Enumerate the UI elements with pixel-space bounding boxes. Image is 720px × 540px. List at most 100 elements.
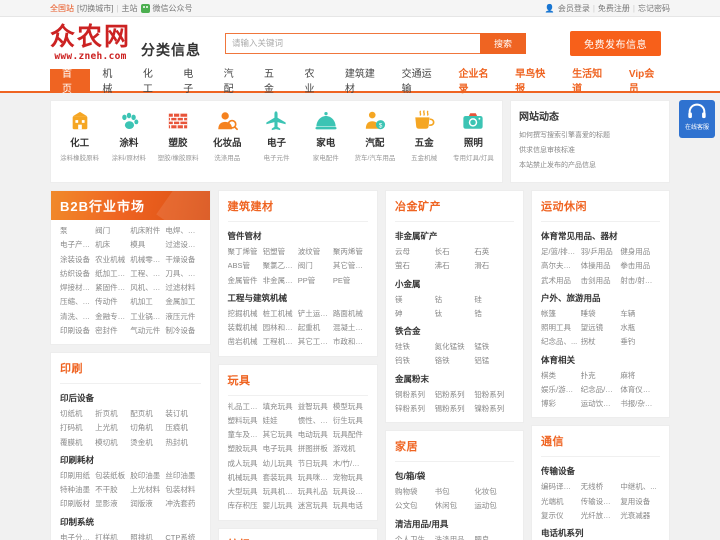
category-link[interactable]: 工程机械...: [263, 335, 298, 349]
category-link[interactable]: 金融专用...: [95, 310, 130, 324]
category-link[interactable]: 公文包: [395, 499, 435, 513]
category-link[interactable]: 包装纸板: [95, 469, 130, 483]
category-link[interactable]: 肥皂: [474, 533, 514, 540]
quick-category-汽配[interactable]: $ 汽配 货车/汽车用品: [350, 109, 399, 177]
category-link[interactable]: 运动饮料/...: [581, 397, 621, 411]
category-link[interactable]: 波纹管: [298, 245, 333, 259]
quick-category-五金[interactable]: 五金 五金机械: [400, 109, 449, 177]
category-link[interactable]: 铲土运输...: [298, 307, 333, 321]
category-link[interactable]: 休闲包: [435, 499, 475, 513]
category-link[interactable]: 麻将: [620, 369, 660, 383]
category-link[interactable]: 机加工: [130, 295, 165, 309]
category-link[interactable]: 机械零部...: [130, 253, 165, 267]
category-link[interactable]: 童车及配件: [228, 428, 263, 442]
category-link[interactable]: 娃娃: [263, 414, 298, 428]
category-link[interactable]: 钛: [435, 307, 475, 321]
publish-info-button[interactable]: 免费发布信息: [570, 30, 662, 56]
quick-category-照明[interactable]: 照明 专用灯具/灯具: [449, 109, 498, 177]
category-link[interactable]: 玩具电话: [333, 499, 368, 513]
category-link[interactable]: 聚氯乙烯管: [263, 259, 298, 273]
quick-category-化工[interactable]: 化工 涂料橡胶原料: [55, 109, 104, 177]
category-link[interactable]: 礼品工艺品: [228, 400, 263, 414]
category-link[interactable]: 传输设备 ...: [581, 495, 621, 509]
category-link[interactable]: 婴儿玩具: [263, 499, 298, 513]
category-link[interactable]: 纺织设备: [60, 267, 95, 281]
category-link[interactable]: 车辆: [620, 307, 660, 321]
category-link[interactable]: 不干胶: [95, 483, 130, 497]
category-link[interactable]: 丝印油墨: [165, 469, 200, 483]
category-link[interactable]: 玩具咪、球: [298, 471, 333, 485]
category-link[interactable]: 工业锅炉...: [130, 310, 165, 324]
category-link[interactable]: 锰铁: [474, 340, 514, 354]
category-link[interactable]: 镍粉系列: [474, 402, 514, 416]
online-service-button[interactable]: 在线客服: [679, 100, 715, 138]
category-link[interactable]: 睡袋: [581, 307, 621, 321]
category-link[interactable]: 铅粉系列: [474, 388, 514, 402]
category-link[interactable]: 模型玩具: [333, 400, 368, 414]
quick-category-化妆品[interactable]: 化妆品 洗涤用品: [203, 109, 252, 177]
category-link[interactable]: 烫金机: [130, 436, 165, 450]
category-link[interactable]: 石英: [474, 245, 514, 259]
category-link[interactable]: 起重机: [298, 321, 333, 335]
category-link[interactable]: 配页机: [130, 407, 165, 421]
category-link[interactable]: 印刷版材: [60, 497, 95, 511]
category-link[interactable]: 金属加工: [165, 295, 200, 309]
category-link[interactable]: 化妆包: [474, 485, 514, 499]
category-link[interactable]: 刀具、夹具: [165, 267, 200, 281]
search-button[interactable]: 搜索: [480, 32, 527, 54]
category-link[interactable]: 上光材料: [130, 483, 165, 497]
category-link[interactable]: 填充玩具: [263, 400, 298, 414]
category-link[interactable]: 垂钓: [620, 335, 660, 349]
category-link[interactable]: 铝塑管: [263, 245, 298, 259]
category-link[interactable]: 足/篮/排用品: [541, 245, 581, 259]
search-input[interactable]: [225, 32, 481, 54]
category-link[interactable]: 砷: [395, 307, 435, 321]
category-link[interactable]: 气动元件: [130, 324, 165, 338]
main-site-link[interactable]: 主站: [122, 3, 138, 14]
category-link[interactable]: 挖掘机械: [228, 307, 263, 321]
news-item[interactable]: 本站禁止发布的产品信息: [519, 160, 661, 170]
quick-category-家电[interactable]: 家电 家电配件: [301, 109, 350, 177]
category-link[interactable]: 焊接材料...: [60, 281, 95, 295]
category-link[interactable]: 拐杖: [581, 335, 621, 349]
category-link[interactable]: 洗涤用品: [435, 533, 475, 540]
category-link[interactable]: 光端机: [541, 495, 581, 509]
category-link[interactable]: 制冷设备: [165, 324, 200, 338]
category-link[interactable]: 塑胶玩具: [228, 442, 263, 456]
category-link[interactable]: 非金属管材: [263, 274, 298, 288]
category-link[interactable]: 印刷用纸: [60, 469, 95, 483]
category-link[interactable]: 电子玩具: [263, 442, 298, 456]
category-link[interactable]: 云母: [395, 245, 435, 259]
category-link[interactable]: 书包: [435, 485, 475, 499]
category-link[interactable]: 纪念品/奖杯: [581, 383, 621, 397]
quick-category-塑胶[interactable]: 塑胶 塑胶/橡胶原料: [153, 109, 202, 177]
category-link[interactable]: 体操用品: [581, 259, 621, 273]
category-link[interactable]: 游戏机: [333, 442, 368, 456]
category-link[interactable]: 印刷设备: [60, 324, 95, 338]
category-link[interactable]: 装订机: [165, 407, 200, 421]
category-link[interactable]: 路面机械: [333, 307, 368, 321]
category-link[interactable]: 机床附件: [130, 224, 165, 238]
category-link[interactable]: 库存积压: [228, 499, 263, 513]
category-link[interactable]: 市政和环...: [333, 335, 368, 349]
category-link[interactable]: 光衰减器: [620, 509, 660, 523]
category-link[interactable]: 棋类: [541, 369, 581, 383]
category-link[interactable]: 幼儿玩具: [263, 457, 298, 471]
news-item[interactable]: 如何撰写搜索引擎喜爱的标题: [519, 130, 661, 140]
category-link[interactable]: 胶印油墨: [130, 469, 165, 483]
member-login-link[interactable]: 会员登录: [558, 3, 590, 14]
category-link[interactable]: 氮化锰铁: [435, 340, 475, 354]
nav-item-1[interactable]: 机械: [90, 69, 130, 95]
category-link[interactable]: 照排机: [130, 531, 165, 540]
category-link[interactable]: 钴: [435, 293, 475, 307]
category-link[interactable]: 压缩、分...: [60, 295, 95, 309]
category-link[interactable]: 迷宫玩具: [298, 499, 333, 513]
category-link[interactable]: 桩工机械: [263, 307, 298, 321]
nav-item-6[interactable]: 农业: [292, 69, 332, 95]
category-link[interactable]: 木/竹/藤...: [333, 457, 368, 471]
forgot-password-link[interactable]: 忘记密码: [638, 3, 670, 14]
category-link[interactable]: 锌粉系列: [395, 402, 435, 416]
category-link[interactable]: 沸石: [435, 259, 475, 273]
category-link[interactable]: 装载机械: [228, 321, 263, 335]
category-link[interactable]: 凿岩机械: [228, 335, 263, 349]
